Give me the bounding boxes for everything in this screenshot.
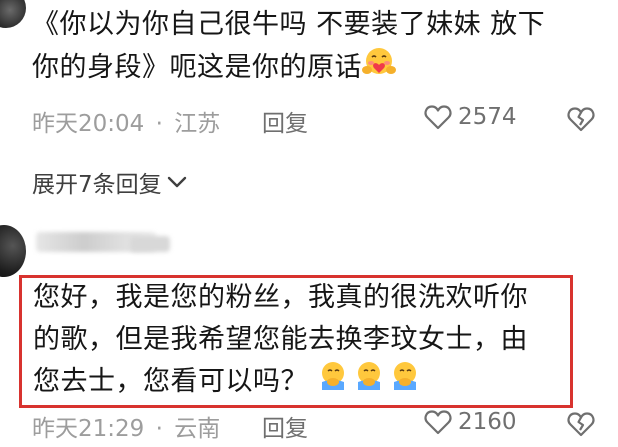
like-count: 2160 [458, 409, 517, 435]
expand-replies-button[interactable]: 展开7条回复 [32, 165, 188, 199]
broken-heart-icon [567, 412, 595, 437]
heart-icon [424, 410, 452, 435]
comment-location: 江苏 [174, 111, 221, 137]
comment-location: 云南 [174, 416, 221, 442]
username-blurred-tail [130, 236, 170, 252]
like-count: 2574 [458, 104, 517, 130]
avatar[interactable] [0, 0, 26, 28]
like-button[interactable]: 2574 [424, 104, 517, 130]
expand-replies-label: 展开7条回复 [32, 172, 162, 198]
like-button[interactable]: 2160 [424, 409, 517, 435]
hugging-face-emoji [362, 46, 396, 91]
broken-heart-icon [567, 107, 595, 132]
reply-button[interactable]: 回复 [262, 104, 308, 138]
dislike-button[interactable] [567, 106, 595, 136]
comment-text-line: 你的身段》呃这是你的原话 [32, 52, 362, 83]
dislike-button[interactable] [567, 411, 595, 441]
chevron-down-icon [167, 176, 186, 188]
heart-icon [424, 105, 452, 130]
highlight-box [19, 275, 573, 408]
reply-button[interactable]: 回复 [262, 409, 308, 443]
comment-time: 昨天20:04 [32, 111, 145, 137]
meta-separator: · [155, 416, 163, 442]
comment-time: 昨天21:29 [32, 416, 145, 442]
comment-meta: 昨天21:29 · 云南 [32, 409, 220, 443]
comment-text: 你的身段》呃这是你的原话 [32, 46, 396, 91]
comment-text-line: 《你以为你自己很牛吗 不要装了妹妹 放下 [32, 9, 546, 40]
avatar[interactable] [0, 225, 26, 277]
meta-separator: · [155, 111, 163, 137]
comment-meta: 昨天20:04 · 江苏 [32, 104, 220, 138]
